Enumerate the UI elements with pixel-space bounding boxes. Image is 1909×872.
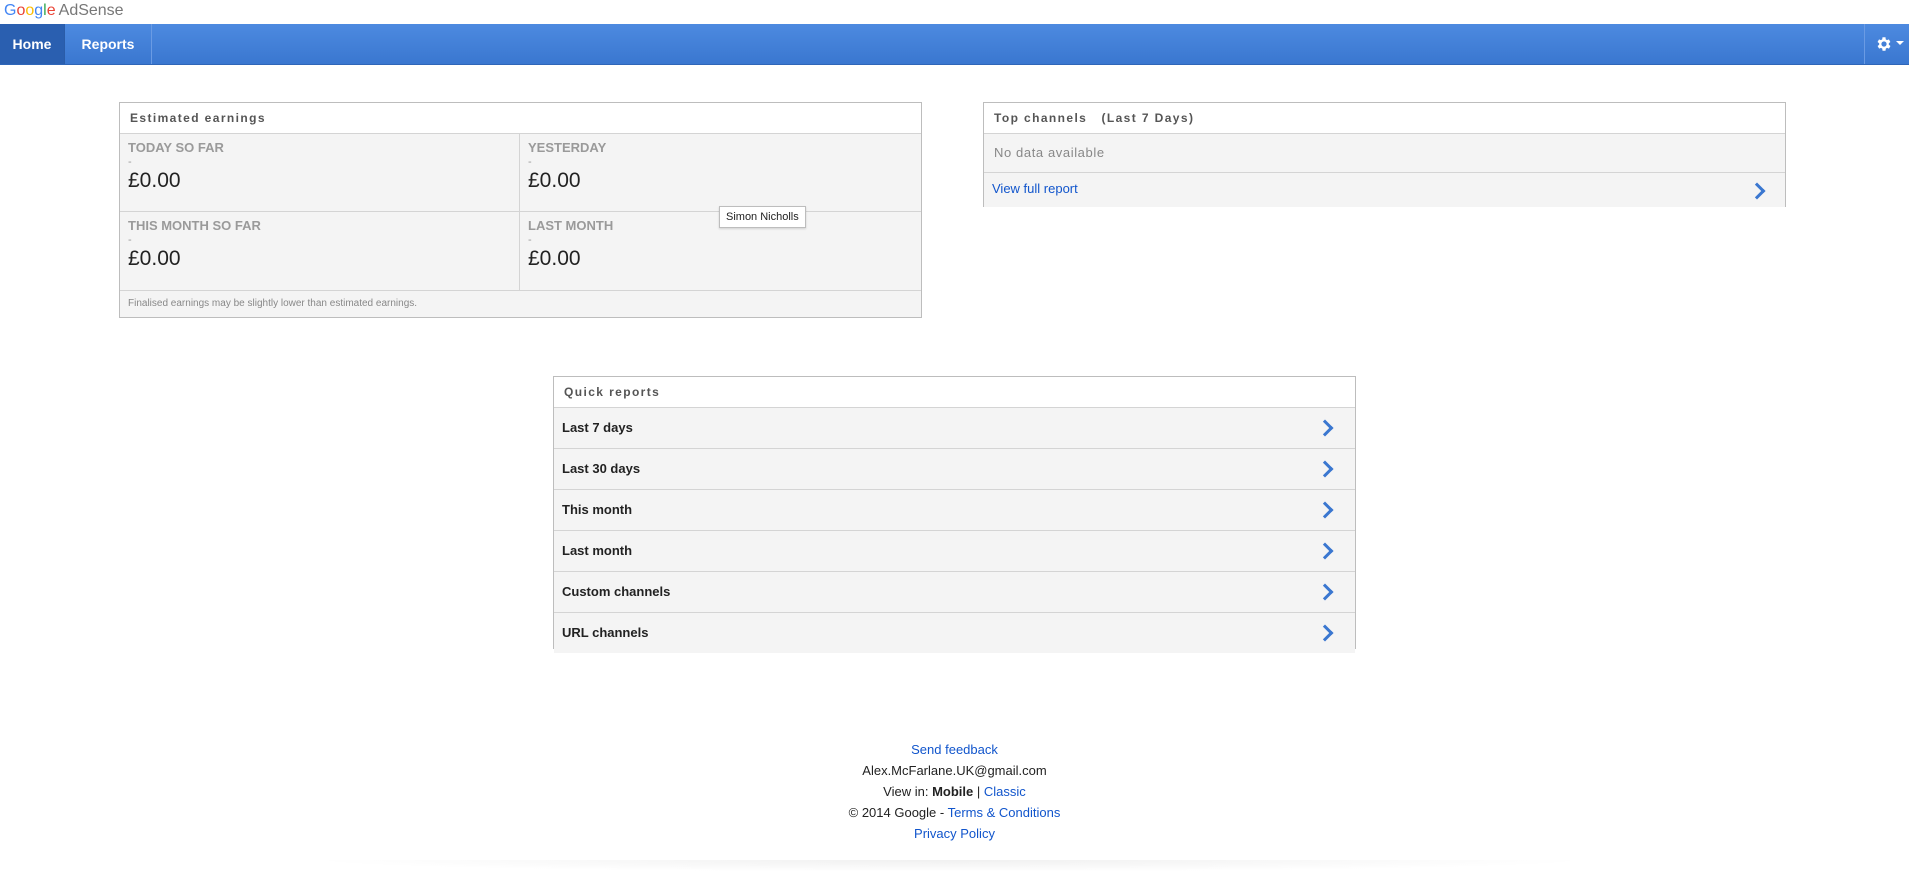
- chevron-right-icon: [1748, 182, 1766, 200]
- view-full-report-row[interactable]: View full report: [984, 173, 1785, 207]
- earnings-this-month: THIS MONTH SO FAR - £0.00: [120, 212, 520, 290]
- quick-report-label: This month: [562, 502, 633, 517]
- earnings-value: £0.00: [528, 247, 581, 270]
- terms-link[interactable]: Terms & Conditions: [948, 805, 1061, 820]
- earnings-value: £0.00: [528, 169, 581, 192]
- quick-report-label: Last 30 days: [562, 461, 641, 476]
- quick-reports-list: Last 7 days Last 30 days This month Last…: [554, 408, 1355, 653]
- earnings-today: TODAY SO FAR - £0.00: [120, 134, 520, 212]
- quick-report-last-7-days[interactable]: Last 7 days: [554, 408, 1355, 449]
- settings-button[interactable]: [1864, 24, 1909, 64]
- adsense-logo[interactable]: Google AdSense: [4, 2, 124, 20]
- tab-home[interactable]: Home: [0, 24, 65, 64]
- gear-icon: [1875, 35, 1893, 58]
- quick-report-url-channels[interactable]: URL channels: [554, 613, 1355, 653]
- privacy-policy-link[interactable]: Privacy Policy: [914, 826, 995, 841]
- chevron-right-icon: [1316, 542, 1334, 560]
- chevron-down-icon: [1896, 41, 1904, 45]
- earnings-change: -: [528, 156, 532, 168]
- view-separator: |: [976, 784, 981, 799]
- account-email: Alex.McFarlane.UK@gmail.com: [862, 763, 1047, 778]
- earnings-value: £0.00: [128, 247, 181, 270]
- chevron-right-icon: [1316, 419, 1334, 437]
- footer: Send feedback Alex.McFarlane.UK@gmail.co…: [0, 739, 1909, 844]
- quick-report-custom-channels[interactable]: Custom channels: [554, 572, 1355, 613]
- top-channels-title: Top channels (Last 7 Days): [984, 103, 1785, 134]
- view-mobile-current: Mobile: [932, 784, 974, 799]
- page-bottom-shadow: [300, 860, 1600, 872]
- earnings-value: £0.00: [128, 169, 181, 192]
- quick-report-last-month[interactable]: Last month: [554, 531, 1355, 572]
- earnings-label: THIS MONTH SO FAR: [128, 218, 261, 233]
- top-header: Google AdSense: [0, 0, 1909, 24]
- product-name: AdSense: [58, 2, 124, 19]
- main-nav: Home Reports: [0, 24, 1909, 65]
- earnings-yesterday: YESTERDAY - £0.00: [520, 134, 921, 212]
- quick-report-label: Last 7 days: [562, 420, 633, 435]
- earnings-label: YESTERDAY: [528, 140, 607, 155]
- earnings-title: Estimated earnings: [120, 103, 921, 134]
- earnings-change: -: [128, 156, 132, 168]
- earnings-change: -: [528, 234, 532, 246]
- view-classic-link[interactable]: Classic: [984, 784, 1026, 799]
- send-feedback-link[interactable]: Send feedback: [911, 742, 998, 757]
- copyright-text: © 2014 Google -: [848, 805, 945, 820]
- chevron-right-icon: [1316, 501, 1334, 519]
- top-channels-panel: Top channels (Last 7 Days) No data avail…: [983, 102, 1786, 207]
- earnings-label: TODAY SO FAR: [128, 140, 224, 155]
- earnings-note: Finalised earnings may be slightly lower…: [120, 290, 921, 317]
- quick-report-label: URL channels: [562, 625, 649, 640]
- view-full-report-link[interactable]: View full report: [992, 181, 1078, 196]
- quick-report-last-30-days[interactable]: Last 30 days: [554, 449, 1355, 490]
- chevron-right-icon: [1316, 460, 1334, 478]
- quick-reports-title: Quick reports: [554, 377, 1355, 408]
- user-tooltip: Simon Nicholls: [719, 206, 806, 228]
- tab-reports[interactable]: Reports: [65, 24, 152, 64]
- quick-report-label: Custom channels: [562, 584, 671, 599]
- no-data-message: No data available: [984, 134, 1785, 173]
- chevron-right-icon: [1316, 583, 1334, 601]
- quick-report-this-month[interactable]: This month: [554, 490, 1355, 531]
- view-mode-line: View in: Mobile | Classic: [0, 781, 1909, 802]
- quick-report-label: Last month: [562, 543, 633, 558]
- earnings-change: -: [128, 234, 132, 246]
- view-in-label: View in:: [883, 784, 929, 799]
- chevron-right-icon: [1316, 624, 1334, 642]
- quick-reports-panel: Quick reports Last 7 days Last 30 days T…: [553, 376, 1356, 653]
- copyright-line: © 2014 Google - Terms & Conditions: [0, 802, 1909, 823]
